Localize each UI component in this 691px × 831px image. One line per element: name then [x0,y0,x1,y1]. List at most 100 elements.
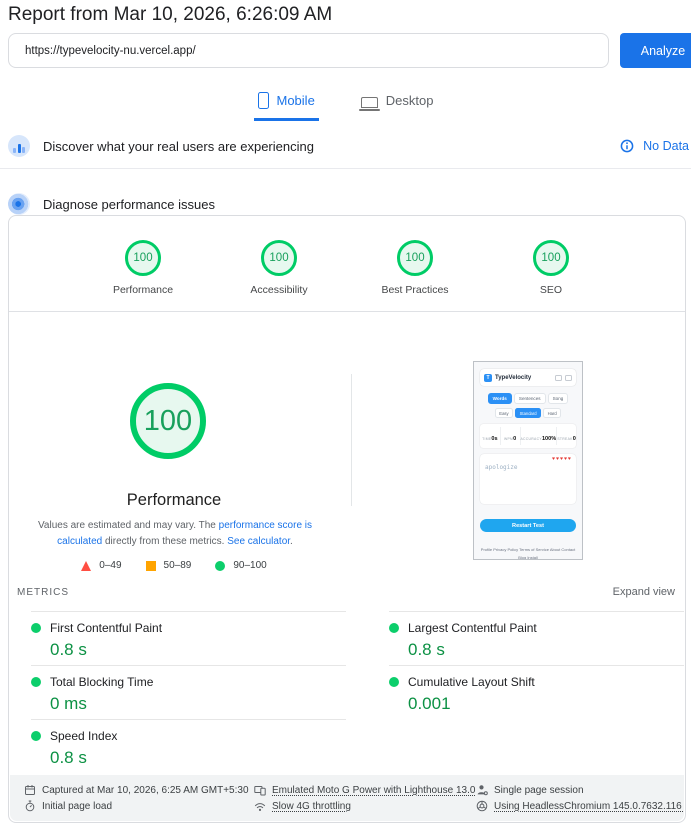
metric-cls-name: Cumulative Layout Shift [408,675,535,689]
score-performance[interactable]: 100 Performance [100,240,186,296]
column-divider [351,374,352,506]
thumb-stat-streak-value: 0 [572,436,576,442]
legend-average-range: 50–89 [163,560,192,571]
url-input[interactable] [8,33,609,68]
legend-fail-range: 0–49 [99,560,122,571]
field-data-icon [8,135,30,157]
card-divider [9,311,685,312]
thumb-app-brand: TypeVelocity [495,374,532,381]
thumb-tab-words: Words [487,393,512,404]
footer-captured: Captured at Mar 10, 2026, 6:25 AM GMT+5:… [24,782,254,798]
tab-mobile[interactable]: Mobile [253,86,319,121]
thumb-header-button-2 [565,374,572,381]
thumb-tab-sentences: Sentences [513,393,546,404]
footer-emulated-text[interactable]: Emulated Moto G Power with Lighthouse 13… [272,785,476,796]
metric-fcp-name: First Contentful Paint [50,621,163,635]
metric-total-blocking-time: Total Blocking Time 0 ms [31,665,346,719]
discover-title: Discover what your real users are experi… [43,138,314,154]
metric-si-value: 0.8 s [50,748,87,767]
calendar-icon [25,785,35,795]
footer-initial-load: Initial page load [24,798,254,814]
thumb-lives-hearts-icon: ♥♥♥♥♥ [552,456,572,462]
thumb-difficulty-row: Easy Standard Hard [480,408,576,418]
pass-circle-icon [215,560,226,571]
footer-chromium: Using HeadlessChromium 145.0.7632.116 wi… [476,798,684,814]
section-divider [0,168,691,169]
metric-speed-index: Speed Index 0.8 s [31,719,346,773]
expand-view-button[interactable]: Expand view [613,586,675,598]
info-icon[interactable] [620,139,634,153]
footer-initial-load-text: Initial page load [42,800,113,812]
thumb-mode-hard: Hard [543,408,562,418]
thumb-stat-time-value: 0s [491,436,498,442]
discover-section-row[interactable]: Discover what your real users are experi… [8,131,691,161]
thumb-header-button-1 [555,374,562,381]
footer-throttling: Slow 4G throttling [254,798,476,814]
tab-desktop-label: Desktop [385,93,434,108]
disclaimer-text-1: Values are estimated and may vary. The [37,520,219,531]
thumb-stat-streak-label: STREAK [557,437,573,441]
footer-captured-text: Captured at Mar 10, 2026, 6:25 AM GMT+5:… [42,784,249,796]
tab-desktop[interactable]: Desktop [357,86,438,121]
thumb-app-logo: T [484,373,492,382]
metrics-header: METRICS Expand view [17,586,675,598]
metric-largest-contentful-paint: Largest Contentful Paint 0.8 s [389,611,684,665]
thumb-mode-standard: Standard [515,408,542,418]
legend-fail: 0–49 [81,560,122,571]
stopwatch-icon [25,800,35,812]
devices-icon [254,786,266,796]
score-best-practices-label: Best Practices [381,284,449,296]
see-calculator-link[interactable]: See calculator [227,536,290,547]
thumb-target-word: apologize [485,464,518,471]
thumb-stat-time-label: TIME [482,437,492,441]
performance-gauge: 100 [130,383,206,459]
desktop-laptop-icon [358,96,380,111]
score-performance-label: Performance [112,284,174,296]
lab-data-icon [8,193,30,215]
fail-triangle-icon [81,560,92,571]
thumb-stat-wpm-label: WPM [503,437,514,441]
analyze-button[interactable]: Analyze [620,33,691,68]
mobile-phone-icon [257,92,269,109]
footer-session: Single page session [476,782,684,798]
score-disclaimer: Values are estimated and may vary. The p… [17,518,333,549]
metric-lcp-value: 0.8 s [408,640,445,659]
metric-tbt-value: 0 ms [50,694,87,713]
score-best-practices-value: 100 [397,240,433,276]
thumb-mode-easy: Easy [494,408,514,418]
metric-pass-dot-icon [389,623,399,633]
metric-cumulative-layout-shift: Cumulative Layout Shift 0.001 [389,665,684,719]
legend-pass: 90–100 [215,560,267,571]
chrome-icon [476,800,488,812]
metric-fcp-value: 0.8 s [50,640,87,659]
thumb-stat-accuracy-label: ACCURACY [520,437,542,441]
metric-pass-dot-icon [31,677,41,687]
report-footer: Captured at Mar 10, 2026, 6:25 AM GMT+5:… [10,775,684,821]
final-screenshot-thumbnail[interactable]: T TypeVelocity Words Sentences Song Easy… [473,361,583,560]
legend-average: 50–89 [145,560,192,571]
thumb-restart-button: Restart Test [480,519,576,532]
disclaimer-text-2: directly from these metrics. [102,535,228,547]
score-best-practices[interactable]: 100 Best Practices [372,240,458,296]
thumb-stat-accuracy-value: 100% [541,436,557,442]
thumb-footer-links: Profile Privacy Policy Terms of Service … [480,546,576,560]
footer-chromium-text[interactable]: Using HeadlessChromium 145.0.7632.116 wi… [494,801,684,812]
metrics-heading: METRICS [17,586,69,598]
score-seo[interactable]: 100 SEO [508,240,594,296]
thumb-tab-song: Song [547,393,569,404]
footer-emulated-device: Emulated Moto G Power with Lighthouse 13… [254,782,476,798]
thumb-links-line2: Blog Install [518,555,538,560]
footer-throttling-text[interactable]: Slow 4G throttling [272,801,351,812]
metric-cls-value: 0.001 [408,694,451,713]
diagnose-title: Diagnose performance issues [43,196,215,212]
lighthouse-report-card: 100 Performance 100 Accessibility 100 Be… [8,215,686,823]
metric-si-name: Speed Index [50,729,118,743]
wifi-icon [254,802,266,811]
disclaimer-text-3: . [290,535,293,547]
metric-pass-dot-icon [31,623,41,633]
average-square-icon [145,560,156,571]
thumb-typing-area: ♥♥♥♥♥ apologize [480,454,576,504]
performance-gauge-title: Performance [126,491,222,509]
thumb-mode-tabs: Words Sentences Song [480,393,576,404]
score-accessibility[interactable]: 100 Accessibility [236,240,322,296]
